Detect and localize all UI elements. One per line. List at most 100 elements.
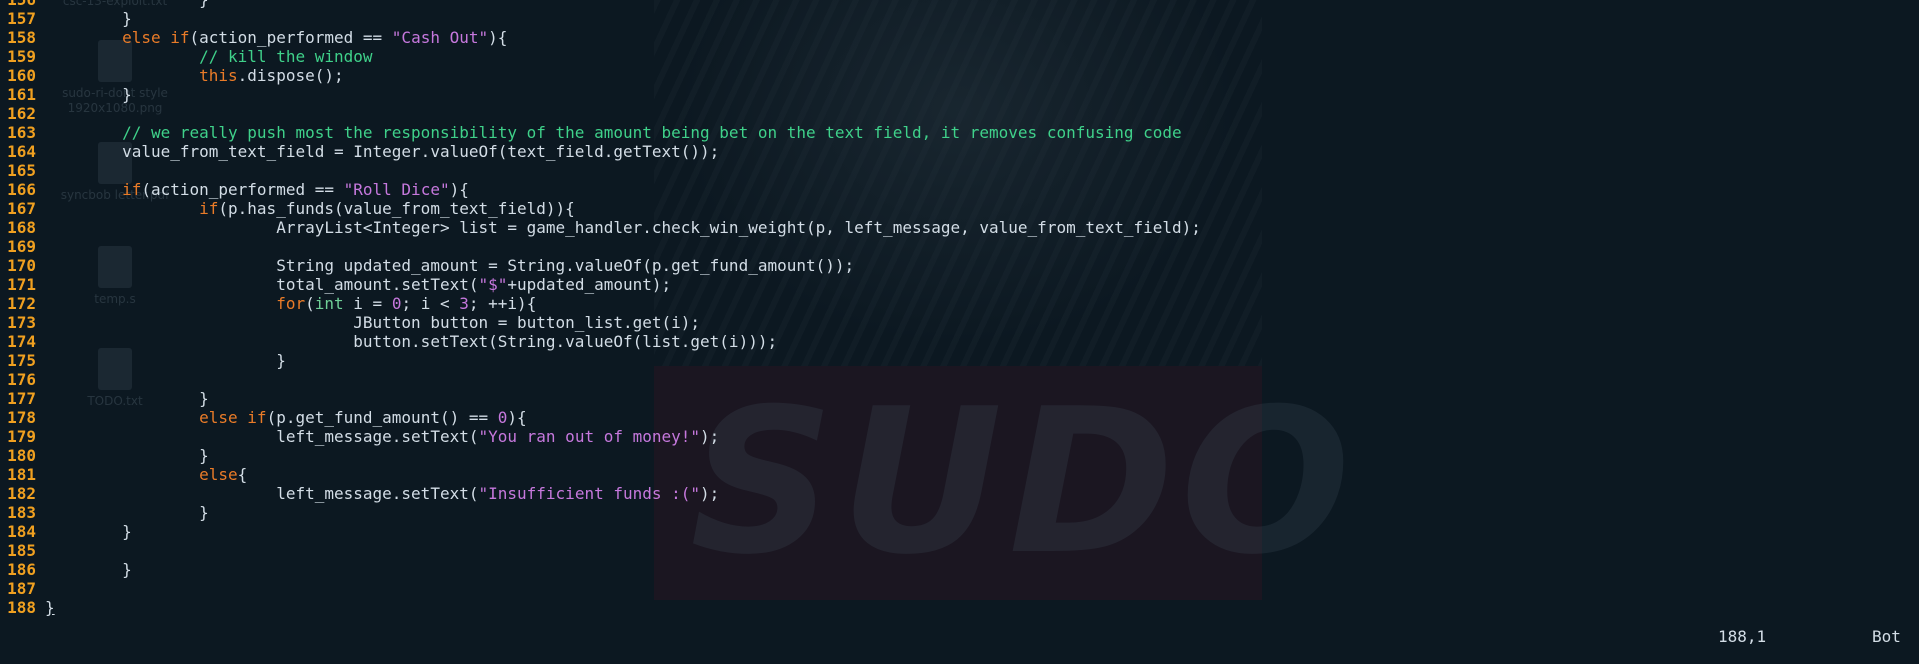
line-number: 168 (7, 218, 36, 237)
code-token-plain: .dispose(); (237, 66, 344, 85)
code-line[interactable]: 157 } (0, 9, 1919, 28)
code-token-plain: left_message.setText( (45, 484, 479, 503)
code-token-plain: ArrayList<Integer> list = game_handler.c… (45, 218, 1201, 237)
line-number: 161 (7, 85, 36, 104)
code-line[interactable]: 161 } (0, 85, 1919, 104)
code-token-kw: for (276, 294, 306, 313)
code-line[interactable]: 187 (0, 579, 1919, 598)
code-token-str: "$" (478, 275, 508, 294)
code-line[interactable]: 166 if(action_performed == "Roll Dice"){ (0, 180, 1919, 199)
line-number: 171 (7, 275, 36, 294)
line-number: 169 (7, 237, 36, 256)
code-line[interactable]: 178 else if(p.get_fund_amount() == 0){ (0, 408, 1919, 427)
code-token-kw: else (199, 465, 238, 484)
code-line[interactable]: 184 } (0, 522, 1919, 541)
code-token-plain: } (45, 0, 209, 9)
code-token-plain: total_amount.setText( (45, 275, 479, 294)
code-line[interactable]: 176 (0, 370, 1919, 389)
code-token-plain: (p.get_fund_amount() == (266, 408, 498, 427)
code-line[interactable]: 183 } (0, 503, 1919, 522)
code-token-cmt: // kill the window (199, 47, 373, 66)
code-line[interactable]: 160 this.dispose(); (0, 66, 1919, 85)
code-line[interactable]: 169 (0, 237, 1919, 256)
code-token-plain: String updated_amount = String.valueOf(p… (45, 256, 855, 275)
code-line[interactable]: 171 total_amount.setText("$"+updated_amo… (0, 275, 1919, 294)
code-token-plain: left_message.setText( (45, 427, 479, 446)
line-number: 172 (7, 294, 36, 313)
code-token-plain: } (45, 351, 286, 370)
line-number: 181 (7, 465, 36, 484)
line-number: 178 (7, 408, 36, 427)
code-line[interactable]: 163 // we really push most the responsib… (0, 123, 1919, 142)
code-line[interactable]: 164 value_from_text_field = Integer.valu… (0, 142, 1919, 161)
code-line[interactable]: 182 left_message.setText("Insufficient f… (0, 484, 1919, 503)
code-line[interactable]: 173 JButton button = button_list.get(i); (0, 313, 1919, 332)
code-line[interactable]: 181 else{ (0, 465, 1919, 484)
line-number: 162 (7, 104, 36, 123)
code-token-str: "Cash Out" (391, 28, 489, 47)
code-token-plain: } (45, 503, 209, 522)
code-token-plain: ( (305, 294, 315, 313)
code-line[interactable]: 177 } (0, 389, 1919, 408)
line-number: 177 (7, 389, 36, 408)
code-line[interactable]: 175 } (0, 351, 1919, 370)
code-token-cursor: } (45, 598, 55, 617)
code-token-plain: } (45, 389, 209, 408)
code-line[interactable]: 162 (0, 104, 1919, 123)
code-line[interactable]: 186 } (0, 560, 1919, 579)
code-line[interactable]: 159 // kill the window (0, 47, 1919, 66)
vim-terminal[interactable]: 156 }157 }158 else if(action_performed =… (0, 0, 1919, 664)
code-line[interactable]: 165 (0, 161, 1919, 180)
code-token-kw: else if (199, 408, 267, 427)
line-number: 167 (7, 199, 36, 218)
line-number: 175 (7, 351, 36, 370)
code-line[interactable]: 167 if(p.has_funds(value_from_text_field… (0, 199, 1919, 218)
line-number: 156 (0, 0, 36, 9)
line-number: 176 (7, 370, 36, 389)
code-token-plain: ; i < (401, 294, 460, 313)
code-line[interactable]: 158 else if(action_performed == "Cash Ou… (0, 28, 1919, 47)
code-token-kw: this (199, 66, 238, 85)
line-number: 183 (7, 503, 36, 522)
code-token-plain: } (45, 560, 132, 579)
code-token-plain: ); (700, 427, 720, 446)
code-token-plain: ; ++i){ (468, 294, 537, 313)
line-number: 164 (7, 142, 36, 161)
line-number: 180 (7, 446, 36, 465)
code-token-plain: value_from_text_field = Integer.valueOf(… (45, 142, 720, 161)
code-line[interactable]: 168 ArrayList<Integer> list = game_handl… (0, 218, 1919, 237)
code-token-plain: (action_performed == (141, 180, 344, 199)
code-line[interactable]: 188} (0, 598, 1919, 617)
cursor-position: 188,1 (1718, 627, 1767, 646)
code-token-plain: ); (700, 484, 720, 503)
code-line[interactable]: 172 for(int i = 0; i < 3; ++i){ (0, 294, 1919, 313)
line-number: 188 (7, 598, 36, 617)
code-token-num: 0 (391, 294, 402, 313)
code-token-plain: (action_performed == (189, 28, 392, 47)
code-token-plain: ){ (488, 28, 508, 47)
line-number: 173 (7, 313, 36, 332)
code-token-kw: if (122, 180, 142, 199)
code-line[interactable]: 185 (0, 541, 1919, 560)
code-token-plain: i = (343, 294, 392, 313)
code-line[interactable]: 170 String updated_amount = String.value… (0, 256, 1919, 275)
code-token-plain: { (237, 465, 248, 484)
code-token-str: "Insufficient funds :(" (478, 484, 701, 503)
code-line[interactable]: 156 } (0, 0, 1919, 9)
code-token-plain: JButton button = button_list.get(i); (45, 313, 701, 332)
code-line[interactable]: 179 left_message.setText("You ran out of… (0, 427, 1919, 446)
code-token-plain: } (45, 446, 209, 465)
code-line[interactable]: 174 button.setText(String.valueOf(list.g… (0, 332, 1919, 351)
code-line[interactable]: 180 } (0, 446, 1919, 465)
code-token-str: "You ran out of money!" (478, 427, 701, 446)
line-number: 157 (7, 9, 36, 28)
code-token-plain: } (45, 85, 132, 104)
